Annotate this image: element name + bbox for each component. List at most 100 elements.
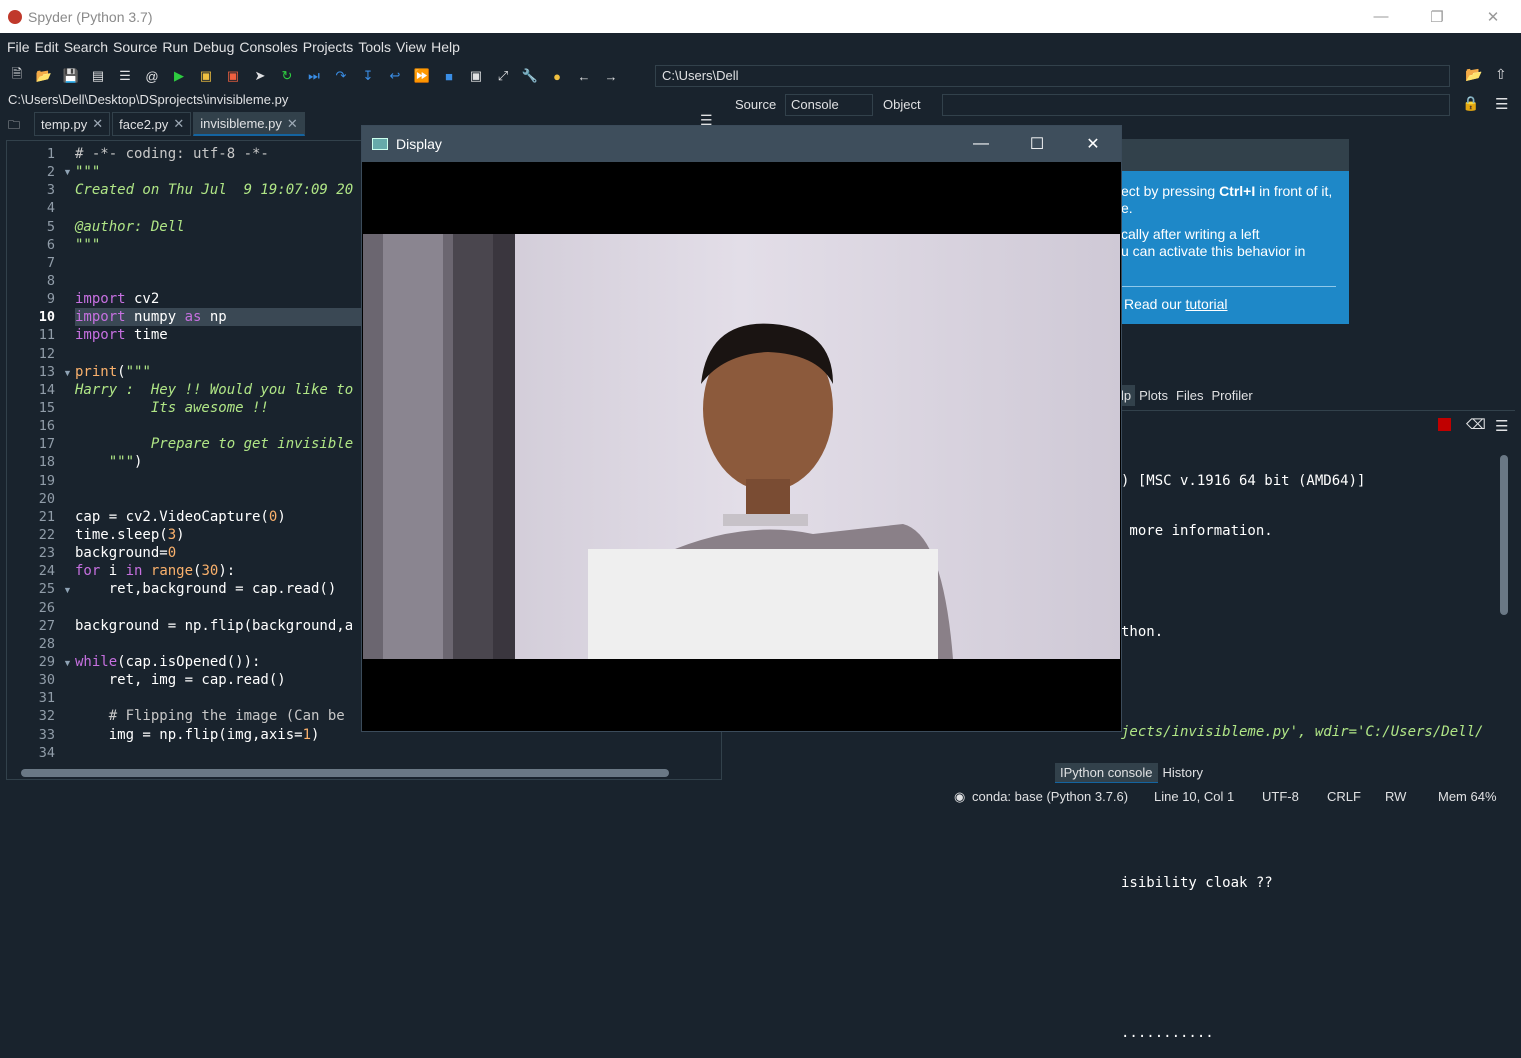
restore-icon[interactable]: ❐ bbox=[1409, 0, 1465, 33]
console-line: ........... bbox=[1121, 1025, 1214, 1042]
menu-run[interactable]: Run bbox=[162, 39, 188, 55]
line-number: 15 bbox=[38, 399, 55, 416]
menu-projects[interactable]: Projects bbox=[303, 39, 354, 55]
display-window[interactable]: Display — ☐ ✕ bbox=[361, 125, 1122, 732]
browse-tabs-icon[interactable]: 🗀 bbox=[8, 116, 28, 136]
run-cell-icon[interactable]: ▣ bbox=[196, 66, 216, 86]
line-number: 28 bbox=[38, 635, 55, 652]
tab-history[interactable]: History bbox=[1158, 763, 1208, 784]
step-into-icon[interactable]: ↧ bbox=[358, 66, 378, 86]
stop-kernel-icon[interactable] bbox=[1438, 418, 1451, 431]
menu-consoles[interactable]: Consoles bbox=[239, 39, 297, 55]
stop-debug-icon[interactable]: ■ bbox=[439, 66, 459, 86]
webcam-frame bbox=[363, 234, 1120, 659]
run-cell-advance-icon[interactable]: ▣ bbox=[223, 66, 243, 86]
close-tab-icon[interactable]: ✕ bbox=[173, 116, 184, 132]
status-position: Line 10, Col 1 bbox=[1154, 789, 1235, 804]
tab-profiler[interactable]: Profiler bbox=[1207, 385, 1256, 406]
help-options-icon[interactable]: ☰ bbox=[1495, 95, 1508, 113]
line-number: 17 bbox=[38, 436, 55, 453]
line-number: 5 bbox=[46, 218, 55, 235]
tab-label: invisibleme.py bbox=[200, 116, 282, 131]
status-rw: RW bbox=[1385, 789, 1407, 804]
at-icon[interactable]: @ bbox=[142, 66, 162, 86]
eraser-icon[interactable]: ⌫ bbox=[1466, 416, 1486, 433]
step-icon[interactable]: ↷ bbox=[331, 66, 351, 86]
outline-icon[interactable]: ☰ bbox=[115, 66, 135, 86]
maximize-pane-icon[interactable]: ▣ bbox=[466, 66, 486, 86]
save-all-icon[interactable]: ▤ bbox=[88, 66, 108, 86]
minimize-icon[interactable]: — bbox=[1353, 0, 1409, 33]
console-options-icon[interactable]: ☰ bbox=[1495, 417, 1508, 435]
display-maximize-icon[interactable]: ☐ bbox=[1009, 126, 1065, 162]
horizontal-scrollbar[interactable] bbox=[21, 769, 669, 777]
status-mem: Mem 64% bbox=[1438, 789, 1497, 804]
display-close-icon[interactable]: ✕ bbox=[1065, 126, 1121, 162]
parent-dir-icon[interactable]: ⇧ bbox=[1495, 66, 1507, 83]
display-window-icon bbox=[372, 138, 388, 150]
back-icon[interactable]: ← bbox=[574, 66, 594, 86]
continue-icon[interactable]: ⏩ bbox=[412, 66, 432, 86]
close-icon[interactable]: ✕ bbox=[1465, 0, 1521, 33]
line-number: 12 bbox=[38, 345, 55, 362]
run-selection-icon[interactable]: ➤ bbox=[250, 66, 270, 86]
line-number: 2 bbox=[46, 164, 55, 181]
line-number: 20 bbox=[38, 490, 55, 507]
help-text-part: in front of it, bbox=[1255, 183, 1333, 199]
line-number: 25 bbox=[38, 581, 55, 598]
working-directory-input[interactable]: C:\Users\Dell bbox=[655, 65, 1450, 87]
display-title-bar[interactable]: Display — ☐ ✕ bbox=[362, 126, 1121, 162]
console-line: thon. bbox=[1121, 623, 1164, 640]
python-path-icon[interactable]: ● bbox=[547, 66, 567, 86]
new-file-icon[interactable]: 🗎 bbox=[7, 66, 27, 86]
fold-arrow-icon[interactable]: ▼ bbox=[63, 585, 72, 595]
ipython-console-output[interactable]: ) [MSC v.1916 64 bit (AMD64)] more infor… bbox=[1121, 440, 1501, 1058]
menu-search[interactable]: Search bbox=[64, 39, 108, 55]
close-tab-icon[interactable]: ✕ bbox=[92, 116, 103, 132]
debug-icon[interactable]: ⏭ bbox=[304, 66, 324, 86]
line-number: 10 bbox=[38, 309, 55, 326]
menu-source[interactable]: Source bbox=[113, 39, 157, 55]
menu-edit[interactable]: Edit bbox=[35, 39, 59, 55]
preferences-icon[interactable]: 🔧 bbox=[520, 66, 540, 86]
lock-icon[interactable]: 🔒 bbox=[1462, 95, 1479, 112]
tab-label: face2.py bbox=[119, 116, 169, 132]
tab-invisibleme[interactable]: invisibleme.py ✕ bbox=[193, 112, 305, 136]
fold-arrow-icon[interactable]: ▼ bbox=[63, 658, 72, 668]
console-scrollbar[interactable] bbox=[1500, 455, 1508, 615]
display-minimize-icon[interactable]: — bbox=[953, 126, 1009, 162]
help-read-line: Read our tutorial bbox=[1121, 296, 1349, 312]
menu-view[interactable]: View bbox=[396, 39, 426, 55]
open-file-icon[interactable]: 📂 bbox=[34, 66, 54, 86]
fold-arrow-icon[interactable]: ▼ bbox=[63, 167, 72, 177]
step-return-icon[interactable]: ↩ bbox=[385, 66, 405, 86]
fold-arrow-icon[interactable]: ▼ bbox=[63, 368, 72, 378]
tab-temp[interactable]: temp.py ✕ bbox=[34, 112, 111, 136]
divider bbox=[1121, 286, 1336, 287]
forward-icon[interactable]: → bbox=[601, 66, 621, 86]
menu-help[interactable]: Help bbox=[431, 39, 460, 55]
run-icon[interactable]: ▶ bbox=[169, 66, 189, 86]
tab-ipython-console[interactable]: IPython console bbox=[1055, 763, 1158, 784]
line-number: 21 bbox=[38, 508, 55, 525]
menu-file[interactable]: File bbox=[7, 39, 30, 55]
webcam-image bbox=[363, 234, 1120, 659]
object-input[interactable] bbox=[942, 94, 1450, 116]
editor-file-path: C:\Users\Dell\Desktop\DSprojects\invisib… bbox=[8, 92, 289, 107]
status-eol: CRLF bbox=[1327, 789, 1361, 804]
menu-debug[interactable]: Debug bbox=[193, 39, 234, 55]
fullscreen-icon[interactable]: ⤢ bbox=[493, 66, 513, 86]
menu-tools[interactable]: Tools bbox=[358, 39, 391, 55]
save-icon[interactable]: 💾 bbox=[61, 66, 81, 86]
browse-folder-icon[interactable]: 📂 bbox=[1465, 66, 1482, 83]
tutorial-link[interactable]: tutorial bbox=[1185, 296, 1227, 312]
tab-face2[interactable]: face2.py ✕ bbox=[112, 112, 192, 136]
line-number: 31 bbox=[38, 690, 55, 707]
close-tab-icon[interactable]: ✕ bbox=[287, 116, 298, 132]
source-select[interactable]: Console bbox=[785, 94, 873, 116]
tab-files[interactable]: Files bbox=[1172, 385, 1207, 406]
rerun-icon[interactable]: ↻ bbox=[277, 66, 297, 86]
tab-plots[interactable]: Plots bbox=[1135, 385, 1172, 406]
